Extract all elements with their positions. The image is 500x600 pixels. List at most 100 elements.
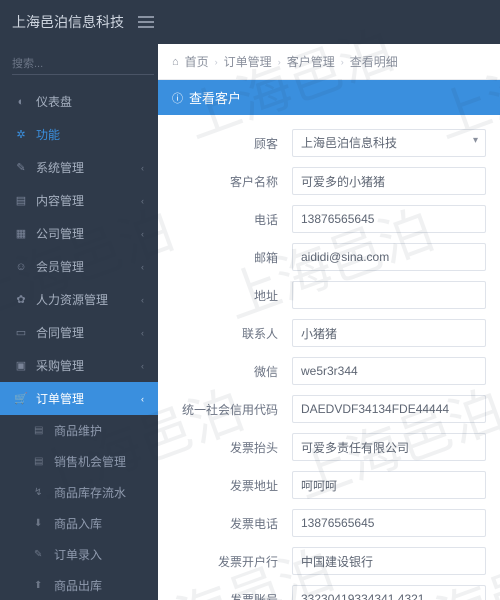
name-label: 客户名称 bbox=[172, 173, 292, 190]
nav-label: 功能 bbox=[36, 126, 60, 143]
nav-label: 公司管理 bbox=[36, 225, 84, 242]
nav-sub-label: 商品入库 bbox=[54, 515, 102, 532]
nav-label: 内容管理 bbox=[36, 192, 84, 209]
breadcrumb-order[interactable]: 订单管理 bbox=[224, 53, 272, 70]
topbar: 上海邑泊信息科技 bbox=[0, 0, 500, 44]
nav-sub-inventory-flow[interactable]: ↯ 商品库存流水 bbox=[0, 477, 158, 508]
edit-icon: ✎ bbox=[34, 549, 46, 560]
nav-label: 会员管理 bbox=[36, 258, 84, 275]
nav-sub-label: 商品库存流水 bbox=[54, 484, 126, 501]
flow-icon: ↯ bbox=[34, 487, 46, 498]
breadcrumb-customer[interactable]: 客户管理 bbox=[287, 53, 335, 70]
chevron-left-icon: ‹ bbox=[141, 394, 144, 404]
nav-sub-order-entry[interactable]: ✎ 订单录入 bbox=[0, 539, 158, 570]
panel: ⓘ 查看客户 顾客 上海邑泊信息科技 客户名称 电话 bbox=[158, 80, 500, 600]
nav-purchase[interactable]: ▣ 采购管理 ‹ bbox=[0, 349, 158, 382]
inv-title-input[interactable] bbox=[292, 433, 486, 461]
contact-input[interactable] bbox=[292, 319, 486, 347]
nav-order[interactable]: 🛒 订单管理 ‹ bbox=[0, 382, 158, 415]
list-icon: ▤ bbox=[34, 425, 46, 436]
nav-sub-stock-in[interactable]: ⬇ 商品入库 bbox=[0, 508, 158, 539]
inv-bank-input[interactable] bbox=[292, 547, 486, 575]
nav-contract[interactable]: ▭ 合同管理 ‹ bbox=[0, 316, 158, 349]
nav-sub-sales-opp[interactable]: ▤销售机会管理 bbox=[0, 446, 158, 477]
wechat-input[interactable] bbox=[292, 357, 486, 385]
chevron-left-icon: ‹ bbox=[141, 262, 144, 272]
inv-addr-label: 发票地址 bbox=[172, 477, 292, 494]
row-inv-addr: 发票地址 bbox=[172, 471, 486, 499]
menu-toggle-icon[interactable] bbox=[138, 16, 154, 28]
nav-label: 采购管理 bbox=[36, 357, 84, 374]
row-tenant: 顾客 上海邑泊信息科技 bbox=[172, 129, 486, 157]
tenant-label: 顾客 bbox=[172, 135, 292, 152]
content-area: ⌂ 首页 › 订单管理 › 客户管理 › 查看明细 ⓘ 查看客户 顾客 bbox=[158, 44, 500, 600]
phone-input[interactable] bbox=[292, 205, 486, 233]
row-inv-title: 发票抬头 bbox=[172, 433, 486, 461]
name-input[interactable] bbox=[292, 167, 486, 195]
chevron-left-icon: ‹ bbox=[141, 295, 144, 305]
brand-title: 上海邑泊信息科技 bbox=[12, 12, 124, 32]
nav-dashboard[interactable]: ◐仪表盘 bbox=[0, 85, 158, 118]
in-icon: ⬇ bbox=[34, 518, 46, 529]
inv-phone-label: 发票电话 bbox=[172, 515, 292, 532]
phone-label: 电话 bbox=[172, 211, 292, 228]
row-wechat: 微信 bbox=[172, 357, 486, 385]
row-inv-acct: 发票账号 bbox=[172, 585, 486, 600]
box-icon: ▣ bbox=[14, 359, 28, 372]
breadcrumb-detail: 查看明细 bbox=[350, 53, 398, 70]
inv-phone-input[interactable] bbox=[292, 509, 486, 537]
row-uscc: 统一社会信用代码 bbox=[172, 395, 486, 423]
email-input[interactable] bbox=[292, 243, 486, 271]
nav-label: 合同管理 bbox=[36, 324, 84, 341]
nav-member[interactable]: ☺ 会员管理 ‹ bbox=[0, 250, 158, 283]
nav-functions[interactable]: ✲功能 bbox=[0, 118, 158, 151]
sidebar: ⌕ ◐仪表盘 ✲功能 ✎系统管理‹ ▤内容管理‹ ▦公司管理‹ ☺会员管理‹ ✿… bbox=[0, 44, 158, 600]
address-label: 地址 bbox=[172, 287, 292, 304]
doc-icon: ▤ bbox=[14, 194, 28, 207]
nav-label: 仪表盘 bbox=[36, 93, 72, 110]
row-inv-phone: 发票电话 bbox=[172, 509, 486, 537]
panel-title: 查看客户 bbox=[189, 88, 241, 107]
row-address: 地址 bbox=[172, 281, 486, 309]
wrench-icon: ✎ bbox=[14, 161, 28, 174]
breadcrumb-home[interactable]: 首页 bbox=[185, 53, 209, 70]
nav-company[interactable]: ▦公司管理‹ bbox=[0, 217, 158, 250]
chevron-left-icon: ‹ bbox=[141, 328, 144, 338]
chevron-right-icon: › bbox=[278, 57, 281, 67]
inv-addr-input[interactable] bbox=[292, 471, 486, 499]
nav-sub-product-maint[interactable]: ▤商品维护 bbox=[0, 415, 158, 446]
chevron-right-icon: › bbox=[341, 57, 344, 67]
breadcrumb: ⌂ 首页 › 订单管理 › 客户管理 › 查看明细 bbox=[158, 44, 500, 80]
inv-acct-label: 发票账号 bbox=[172, 591, 292, 600]
nav-system[interactable]: ✎系统管理‹ bbox=[0, 151, 158, 184]
row-contact: 联系人 bbox=[172, 319, 486, 347]
file-icon: ▭ bbox=[14, 326, 28, 339]
panel-body: 顾客 上海邑泊信息科技 客户名称 电话 邮箱 bbox=[158, 115, 500, 600]
uscc-input[interactable] bbox=[292, 395, 486, 423]
cart-icon: 🛒 bbox=[14, 392, 28, 405]
out-icon: ⬆ bbox=[34, 580, 46, 591]
user-icon: ☺ bbox=[14, 261, 28, 273]
nav-sub-label: 订单录入 bbox=[54, 546, 102, 563]
nav-hr[interactable]: ✿人力资源管理‹ bbox=[0, 283, 158, 316]
contact-label: 联系人 bbox=[172, 325, 292, 342]
address-input[interactable] bbox=[292, 281, 486, 309]
row-name: 客户名称 bbox=[172, 167, 486, 195]
chevron-left-icon: ‹ bbox=[141, 361, 144, 371]
nav-label: 订单管理 bbox=[36, 390, 84, 407]
panel-header: ⓘ 查看客户 bbox=[158, 80, 500, 115]
email-label: 邮箱 bbox=[172, 249, 292, 266]
info-icon: ⓘ bbox=[172, 90, 183, 106]
row-phone: 电话 bbox=[172, 205, 486, 233]
chevron-left-icon: ‹ bbox=[141, 229, 144, 239]
tenant-select[interactable]: 上海邑泊信息科技 bbox=[292, 129, 486, 157]
inv-acct-input[interactable] bbox=[292, 585, 486, 600]
search-input[interactable] bbox=[12, 54, 154, 75]
nav-sub-stock-out[interactable]: ⬆ 商品出库 bbox=[0, 570, 158, 600]
home-icon[interactable]: ⌂ bbox=[172, 56, 179, 68]
nav-content[interactable]: ▤内容管理‹ bbox=[0, 184, 158, 217]
sidebar-nav: ◐仪表盘 ✲功能 ✎系统管理‹ ▤内容管理‹ ▦公司管理‹ ☺会员管理‹ ✿人力… bbox=[0, 85, 158, 600]
uscc-label: 统一社会信用代码 bbox=[172, 401, 292, 418]
list-icon: ▤ bbox=[34, 456, 46, 467]
nav-sub-label: 商品出库 bbox=[54, 577, 102, 594]
